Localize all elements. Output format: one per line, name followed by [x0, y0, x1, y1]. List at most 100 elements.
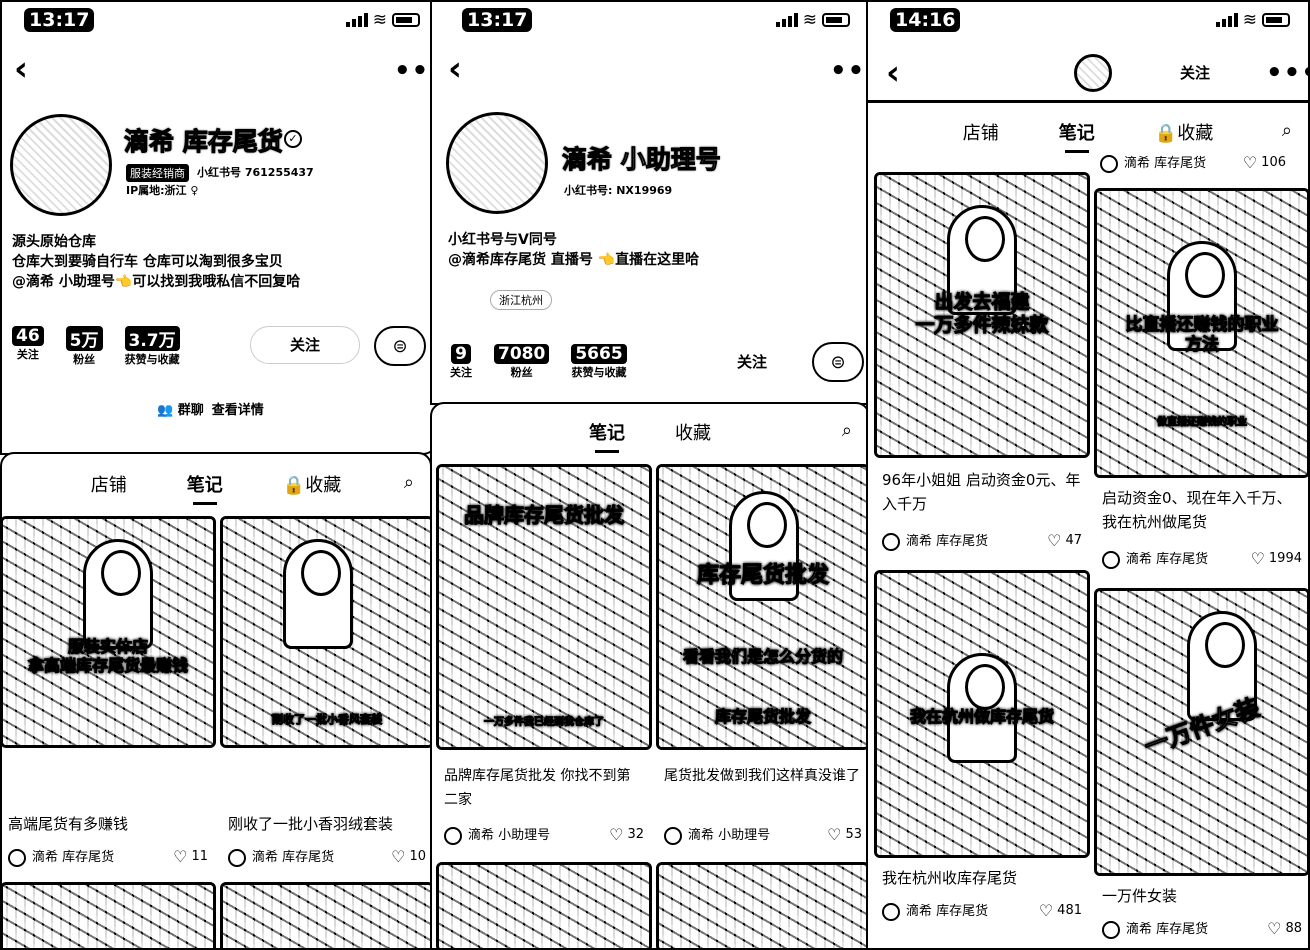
search-icon[interactable]: ⌕ — [842, 420, 852, 441]
note-card[interactable] — [220, 882, 430, 948]
note-footer: 滴希 库存尾货 ♡ 88 — [1102, 918, 1302, 939]
note-author[interactable]: 滴希 小助理号 — [664, 824, 770, 845]
wifi-icon: ≋ — [1242, 10, 1257, 30]
more-icon[interactable]: ••• — [830, 58, 868, 84]
tab-notes[interactable]: 笔记 — [1059, 119, 1095, 153]
cover-caption: 我在杭州做库存尾货 — [909, 706, 1054, 726]
follow-button[interactable]: 关注 — [250, 326, 360, 364]
tab-collections[interactable]: 🔒收藏 — [283, 471, 341, 497]
author-avatar — [228, 848, 246, 867]
note-cover: 刚收了一批小香风套装 — [220, 516, 430, 748]
note-title: 我在杭州收库存尾货 — [882, 869, 1018, 887]
heart-icon: ♡ — [827, 824, 842, 844]
follow-button[interactable]: 关注 — [1180, 62, 1210, 83]
like-count[interactable]: ♡ 53 — [827, 825, 862, 844]
note-author[interactable]: 滴希 库存尾货 — [882, 900, 988, 921]
wifi-icon: ≋ — [372, 10, 387, 30]
note-card[interactable]: 我在杭州做库存尾货 我在杭州收库存尾货 滴希 库存尾货 ♡ 481 — [874, 570, 1090, 930]
note-footer: 滴希 库存尾货 ♡ 47 — [882, 530, 1082, 551]
like-count[interactable]: ♡ 47 — [1047, 531, 1082, 550]
profile-extra: 👥 群聊 查看详情 — [157, 399, 264, 418]
note-card[interactable]: 服装实体店 拿高端库存尾货最赚钱 高端尾货有多赚钱 滴希 库存尾货 ♡ 11 — [2, 516, 216, 876]
like-count[interactable]: ♡ 32 — [609, 825, 644, 844]
search-icon[interactable]: ⌕ — [1282, 120, 1292, 141]
note-cover — [656, 862, 868, 948]
profile-bio: 小红书号与V同号 @滴希库存尾货 直播号 👈直播在这里哈 — [448, 232, 700, 268]
tab-shop[interactable]: 店铺 — [963, 119, 999, 145]
note-title: 尾货批发做到我们这样真没谁了 — [664, 768, 860, 784]
note-card[interactable]: 库存尾货批发 看看我们是怎么分货的 库存尾货批发 尾货批发做到我们这样真没谁了 … — [656, 464, 868, 845]
profile-stats: 9 关注 7080 粉丝 5665 获赞与收藏 — [450, 344, 627, 380]
note-author[interactable]: 滴希 库存尾货 — [1100, 152, 1206, 173]
notes-panel-main: 店铺 笔记 🔒收藏 ⌕ 服装实体店 拿高端库存尾货最赚钱 高端尾货有多赚钱 滴希… — [0, 452, 432, 950]
role-badge: 服装经销商 — [126, 164, 189, 182]
note-card[interactable] — [2, 882, 216, 948]
battery-icon — [1262, 13, 1290, 27]
avatar[interactable] — [446, 112, 548, 214]
note-card[interactable]: 刚收了一批小香风套装 刚收了一批小香羽绒套装 滴希 库存尾货 ♡ 10 — [220, 516, 430, 876]
like-count[interactable]: ♡ 11 — [173, 847, 208, 866]
more-icon[interactable]: ••• — [1266, 60, 1308, 86]
back-icon[interactable]: ‹ — [886, 56, 900, 90]
like-count[interactable]: ♡ 481 — [1039, 901, 1082, 920]
back-icon[interactable]: ‹ — [14, 52, 28, 86]
author-avatar — [444, 826, 462, 845]
note-card[interactable]: 一万件女装 一万件女装 滴希 库存尾货 ♡ 88 — [1094, 588, 1308, 939]
avatar[interactable] — [1074, 54, 1112, 92]
note-card[interactable] — [436, 862, 652, 948]
signal-icon — [1215, 13, 1238, 27]
heart-icon: ♡ — [1047, 530, 1062, 550]
note-title: 一万件女装 — [1102, 887, 1178, 905]
wifi-icon: ≋ — [802, 10, 817, 30]
tab-notes[interactable]: 笔记 — [187, 471, 223, 505]
status-bar: 13:17 ≋ — [2, 8, 438, 34]
follow-button[interactable]: 关注 — [692, 344, 812, 382]
heart-icon: ♡ — [1250, 548, 1265, 568]
tab-collections[interactable]: 收藏 — [675, 419, 711, 445]
note-cover: 品牌库存尾货批发 一万多件我已经到我仓库了 — [436, 464, 652, 750]
note-card[interactable]: 品牌库存尾货批发 一万多件我已经到我仓库了 品牌库存尾货批发 你找不到第二家 滴… — [436, 464, 652, 845]
note-author[interactable]: 滴希 库存尾货 — [8, 846, 114, 867]
status-icons: ≋ — [775, 10, 850, 30]
cover-caption: 比直播还赚钱的职业 方法 — [1125, 315, 1279, 356]
stat-followers[interactable]: 5万 粉丝 — [65, 326, 103, 367]
group-chat-link[interactable]: 👥 群聊 — [157, 399, 204, 418]
note-author[interactable]: 滴希 库存尾货 — [228, 846, 334, 867]
heart-icon: ♡ — [1267, 918, 1282, 938]
stat-following[interactable]: 46 关注 — [12, 326, 44, 367]
stat-followers[interactable]: 7080 粉丝 — [494, 344, 550, 380]
message-button[interactable]: ⊜ — [374, 326, 426, 366]
stat-likes[interactable]: 5665 获赞与收藏 — [571, 344, 627, 380]
note-author[interactable]: 滴希 库存尾货 — [1102, 548, 1208, 569]
note-author[interactable]: 滴希 库存尾货 — [1102, 918, 1208, 939]
avatar[interactable] — [10, 114, 112, 216]
like-count[interactable]: ♡ 10 — [391, 847, 426, 866]
tab-collections[interactable]: 🔒收藏 — [1155, 119, 1213, 145]
note-card[interactable]: 比直播还赚钱的职业 方法 做直播还赚钱的职业 启动资金0、现在年入千万、我在杭州… — [1094, 188, 1308, 578]
note-author[interactable]: 滴希 小助理号 — [444, 824, 550, 845]
like-count[interactable]: ♡ 106 — [1243, 153, 1286, 172]
view-detail-link[interactable]: 查看详情 — [212, 399, 264, 418]
search-icon[interactable]: ⌕ — [404, 472, 414, 493]
tab-notes[interactable]: 笔记 — [589, 419, 625, 453]
like-count[interactable]: ♡ 88 — [1267, 919, 1302, 938]
back-icon[interactable]: ‹ — [448, 52, 462, 86]
note-card[interactable] — [656, 862, 868, 948]
note-card[interactable]: 出发去福建 一万多件辣妹款 96年小姐姐 启动资金0元、年入千万 滴希 库存尾货… — [874, 172, 1090, 562]
stat-likes[interactable]: 3.7万 获赞与收藏 — [124, 326, 180, 367]
signal-icon — [345, 13, 368, 27]
like-count[interactable]: ♡ 1994 — [1251, 549, 1302, 568]
notes-panel-assistant: 笔记 收藏 ⌕ 品牌库存尾货批发 一万多件我已经到我仓库了 品牌库存尾货批发 你… — [430, 402, 870, 950]
stat-following[interactable]: 9 关注 — [450, 344, 472, 380]
note-title: 刚收了一批小香羽绒套装 — [228, 815, 394, 833]
message-button[interactable]: ⊜ — [812, 342, 864, 382]
note-cover: 一万件女装 — [1094, 588, 1308, 876]
status-icons: ≋ — [345, 10, 420, 30]
status-time: 13:17 — [24, 8, 95, 32]
tab-shop[interactable]: 店铺 — [91, 471, 127, 497]
profile-tabs: 店铺 笔记 🔒收藏 — [2, 464, 430, 505]
note-cover: 服装实体店 拿高端库存尾货最赚钱 — [2, 516, 216, 748]
note-author[interactable]: 滴希 库存尾货 — [882, 530, 988, 551]
profile-meta: 服装经销商 小红书号 761255437 — [126, 164, 314, 182]
note-footer: 滴希 库存尾货 ♡ 11 — [8, 846, 208, 867]
